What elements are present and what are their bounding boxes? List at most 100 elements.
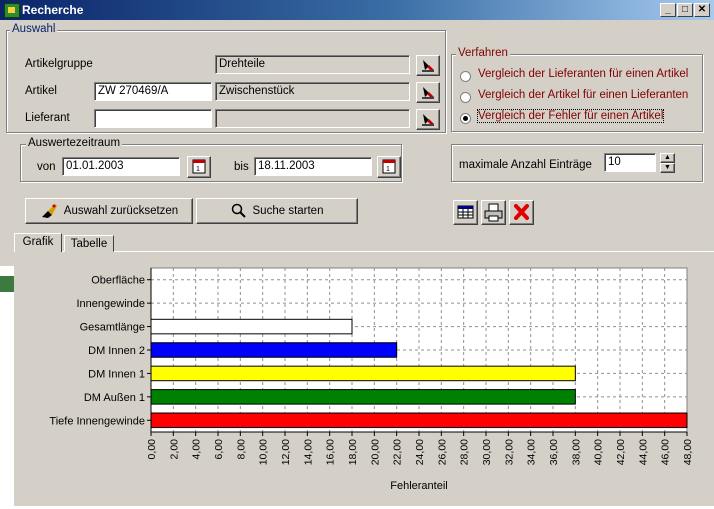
x-tick-label: 12,00 <box>280 439 292 465</box>
lieferant-label: Lieferant <box>25 112 70 124</box>
lookup-icon <box>422 87 434 99</box>
lieferant-code-field[interactable] <box>94 109 212 128</box>
lieferant-lookup-button[interactable] <box>416 109 440 130</box>
x-tick-label: 18,00 <box>347 439 359 465</box>
calendar-icon: 1 <box>192 159 206 174</box>
close-button[interactable]: ✕ <box>694 3 710 17</box>
lookup-icon <box>422 60 434 72</box>
bis-calendar-button[interactable]: 1 <box>377 156 401 178</box>
x-tick-label: 2,00 <box>168 439 180 460</box>
bar <box>150 342 398 358</box>
tab-strip-line <box>14 251 714 252</box>
x-tick-label: 22,00 <box>392 439 404 465</box>
print-button[interactable] <box>481 200 506 225</box>
radio-label-lieferanten-artikel[interactable]: Vergleich der Lieferanten für einen Arti… <box>478 68 688 80</box>
lookup-icon <box>422 114 434 126</box>
category-label: DM Außen 1 <box>84 392 145 404</box>
verfahren-legend: Verfahren <box>456 47 510 59</box>
radio-artikel-lieferanten[interactable] <box>460 92 471 103</box>
table-view-button[interactable] <box>453 200 478 225</box>
cancel-button[interactable] <box>509 200 534 225</box>
background-window-edge <box>0 266 15 506</box>
category-label: Oberfläche <box>91 275 145 287</box>
bis-date-field[interactable]: 18.11.2003 <box>254 157 372 176</box>
x-tick-label: 24,00 <box>414 439 426 465</box>
spin-down-button[interactable]: ▼ <box>660 163 675 173</box>
bar <box>150 318 353 335</box>
von-calendar-button[interactable]: 1 <box>187 156 211 178</box>
minimize-button[interactable]: _ <box>660 3 676 17</box>
chart-panel: 0,00 2,00 4,00 6,00 8,00 10,00 12,00 14,00 16,00… <box>14 255 714 506</box>
x-tick-label: 30,00 <box>481 439 493 465</box>
x-tick-label: 4,00 <box>191 439 203 460</box>
window-title: Recherche <box>22 3 84 17</box>
artikelgruppe-field[interactable]: Drehteile <box>215 55 410 74</box>
x-tick-label: 36,00 <box>548 439 560 465</box>
red-x-icon <box>514 204 529 220</box>
x-tick-label: 16,00 <box>325 439 337 465</box>
max-entries-label: maximale Anzahl Einträge <box>459 159 592 171</box>
category-label: DM Innen 2 <box>88 345 145 357</box>
x-tick-label: 14,00 <box>302 439 314 465</box>
x-tick-label: 34,00 <box>526 439 538 465</box>
artikel-lookup-button[interactable] <box>416 82 440 103</box>
tab-tabelle[interactable]: Tabelle <box>64 235 114 252</box>
x-tick-label: 20,00 <box>369 439 381 465</box>
category-label: DM Innen 1 <box>88 368 145 380</box>
calendar-icon: 1 <box>382 159 396 174</box>
radio-lieferanten-artikel[interactable] <box>460 71 471 82</box>
x-tick-label: 44,00 <box>637 439 649 465</box>
artikel-name-field[interactable]: Zwischenstück <box>215 82 410 101</box>
app-icon <box>4 3 20 18</box>
search-icon <box>231 203 246 218</box>
x-tick-label: 46,00 <box>660 439 672 465</box>
radio-fehler-artikel[interactable] <box>460 113 471 124</box>
x-tick-label: 42,00 <box>615 439 627 465</box>
x-tick-label: 32,00 <box>503 439 515 465</box>
auswertezeitraum-legend: Auswertezeitraum <box>26 137 123 149</box>
x-tick-label: 40,00 <box>593 439 605 465</box>
reset-selection-label: Auswahl zurücksetzen <box>63 205 179 217</box>
auswahl-legend: Auswahl <box>10 23 58 35</box>
artikelgruppe-lookup-button[interactable] <box>416 55 440 76</box>
lieferant-name-field[interactable] <box>215 109 410 128</box>
eraser-icon <box>41 204 57 218</box>
bar <box>150 412 688 429</box>
artikel-label: Artikel <box>25 85 57 97</box>
maximize-button[interactable]: □ <box>677 3 693 17</box>
radio-label-fehler-artikel[interactable]: Vergleich der Fehler für einen Artikel <box>476 109 665 123</box>
recherche-window: Recherche _ □ ✕ Auswahl Artikelgruppe Dr… <box>0 0 714 506</box>
svg-text:1: 1 <box>386 166 390 173</box>
svg-text:1: 1 <box>196 166 200 173</box>
x-tick-label: 38,00 <box>570 439 582 465</box>
x-tick-label: 26,00 <box>436 439 448 465</box>
bar <box>150 389 576 405</box>
fehler-chart: 0,00 2,00 4,00 6,00 8,00 10,00 12,00 14,00 16,00… <box>49 267 694 492</box>
category-label: Tiefe Innengewinde <box>49 415 145 427</box>
reset-selection-button[interactable]: Auswahl zurücksetzen <box>25 198 193 224</box>
spin-up-button[interactable]: ▲ <box>660 153 675 163</box>
category-label: Gesamtlänge <box>80 322 145 334</box>
tab-grafik[interactable]: Grafik <box>14 233 62 252</box>
x-tick-label: 48,00 <box>682 439 694 465</box>
category-label: Innengewinde <box>76 298 145 310</box>
title-bar[interactable]: Recherche _ □ ✕ <box>0 0 714 20</box>
x-tick-label: 0,00 <box>146 439 158 460</box>
search-label: Suche starten <box>252 205 324 217</box>
background-window-bar <box>0 276 14 292</box>
printer-icon <box>484 203 503 222</box>
von-label: von <box>37 161 56 173</box>
radio-label-artikel-lieferanten[interactable]: Vergleich der Artikel für einen Lieferan… <box>478 89 688 101</box>
x-tick-label: 8,00 <box>235 439 247 460</box>
artikel-code-field[interactable]: ZW 270469/A <box>94 82 212 101</box>
artikelgruppe-label: Artikelgruppe <box>25 58 93 70</box>
x-tick-label: 28,00 <box>459 439 471 465</box>
max-entries-input[interactable]: 10 <box>604 153 656 172</box>
bis-label: bis <box>234 161 249 173</box>
x-tick-label: 6,00 <box>213 439 225 460</box>
von-date-field[interactable]: 01.01.2003 <box>62 157 180 176</box>
search-button[interactable]: Suche starten <box>196 198 358 224</box>
bar <box>150 365 576 382</box>
x-axis-label: Fehleranteil <box>390 480 447 492</box>
x-tick-label: 10,00 <box>258 439 270 465</box>
